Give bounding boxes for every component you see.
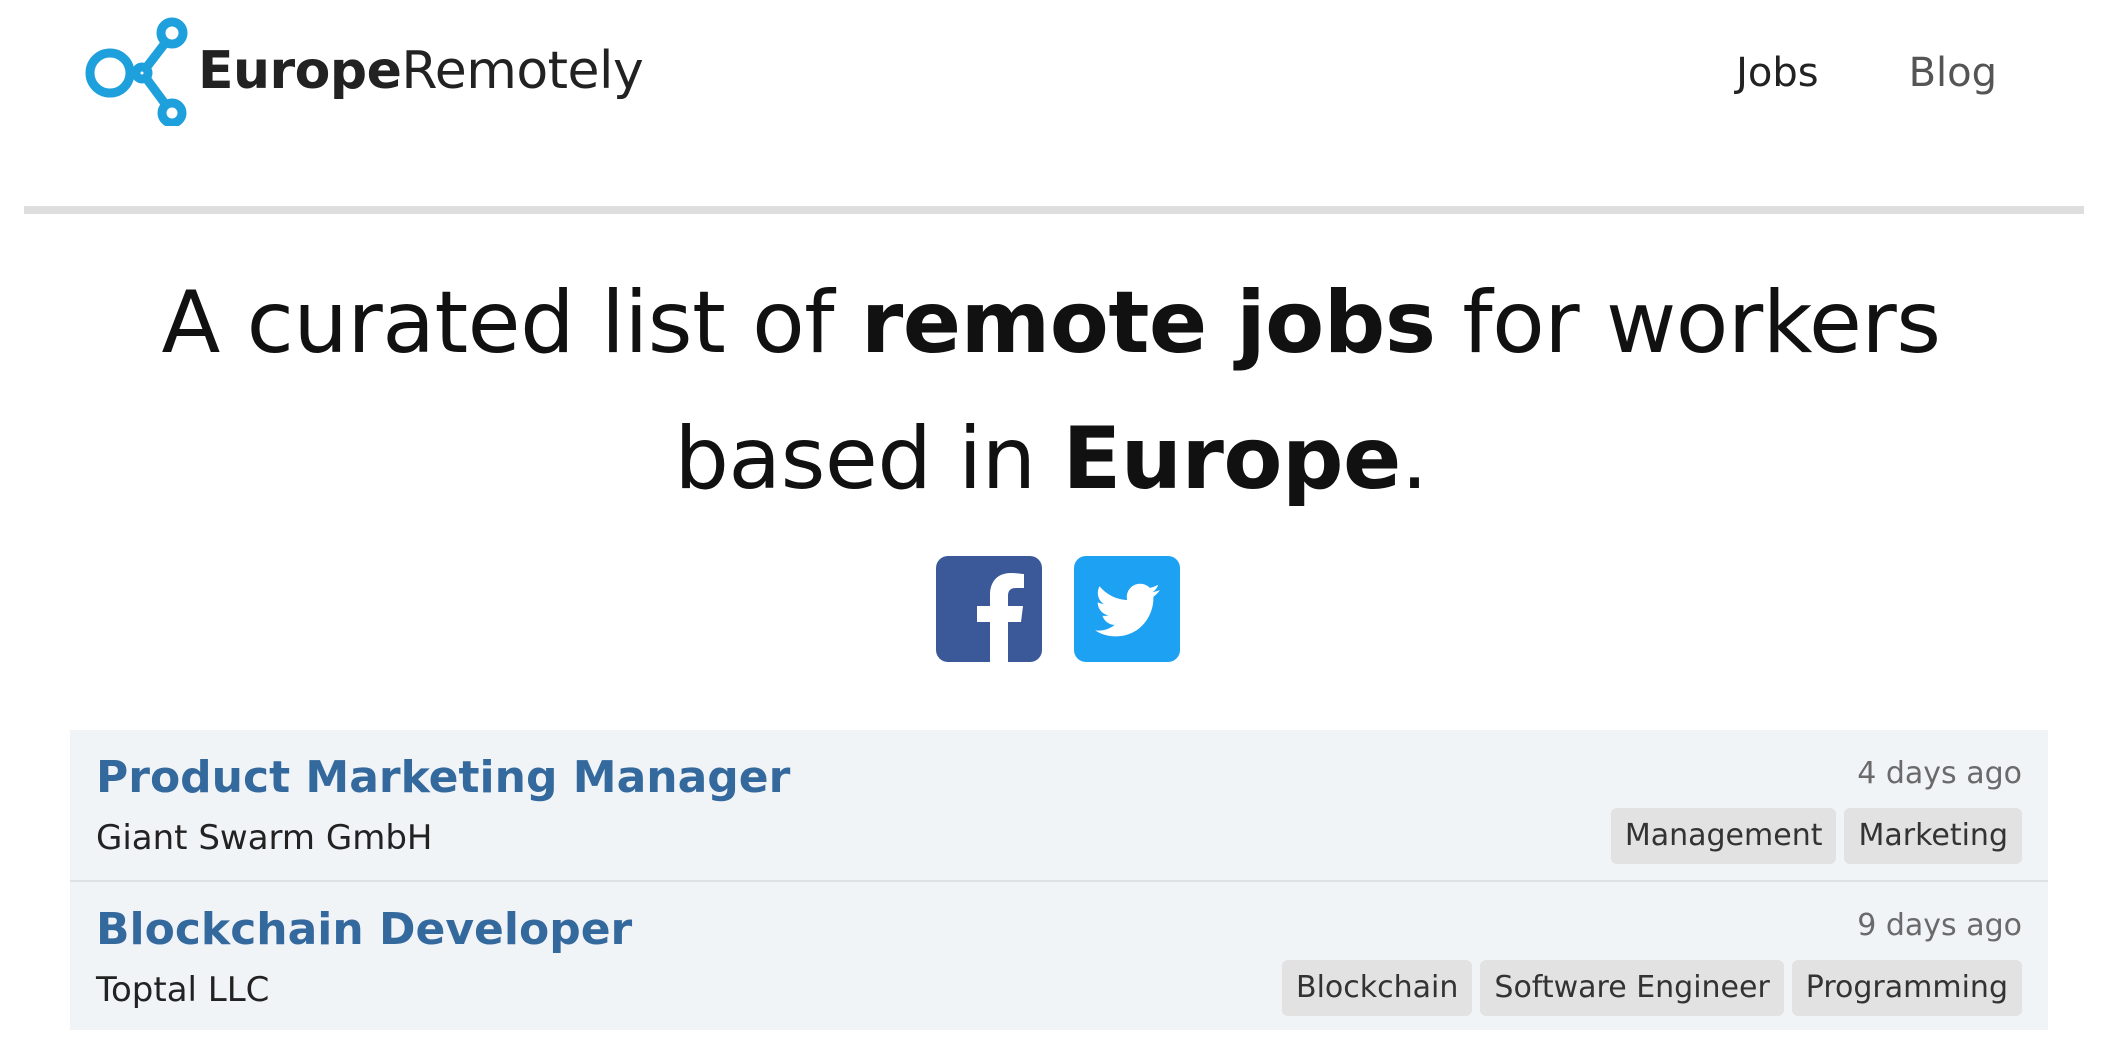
job-tags: Management Marketing	[1610, 808, 2022, 864]
job-company: Toptal LLC	[96, 970, 270, 1010]
hero-text: based in	[674, 409, 1063, 509]
site-logo[interactable]: EuropeRemotely	[80, 16, 644, 126]
job-company: Giant Swarm GmbH	[96, 818, 433, 858]
site-header: EuropeRemotely Jobs Blog	[0, 0, 2102, 214]
job-posted-age: 9 days ago	[1857, 908, 2022, 943]
job-tag[interactable]: Software Engineer	[1480, 960, 1784, 1016]
logo-wordmark: EuropeRemotely	[198, 45, 644, 97]
hero-text: .	[1400, 409, 1428, 509]
header-divider	[24, 206, 2084, 214]
logo-molecule-icon	[85, 17, 188, 126]
job-title-link[interactable]: Blockchain Developer	[96, 904, 632, 955]
nav-blog-link[interactable]: Blog	[1909, 50, 1997, 96]
twitter-share-button[interactable]	[1074, 556, 1180, 662]
job-title-link[interactable]: Product Marketing Manager	[96, 752, 790, 803]
job-tags: Blockchain Software Engineer Programming	[1282, 960, 2022, 1016]
hero-emphasis-remote-jobs: remote jobs	[860, 273, 1436, 373]
social-share	[936, 556, 1180, 662]
twitter-icon	[1095, 583, 1160, 637]
main-nav: Jobs Blog	[1736, 50, 1997, 96]
job-tag[interactable]: Programming	[1791, 960, 2022, 1016]
hero-emphasis-europe: Europe	[1062, 409, 1401, 509]
job-list: Product Marketing Manager Giant Swarm Gm…	[70, 730, 2048, 1030]
job-tag[interactable]: Management	[1610, 808, 1837, 864]
facebook-share-button[interactable]	[936, 556, 1042, 662]
logo-wordmark-bold: Europe	[198, 41, 402, 101]
nav-jobs-link[interactable]: Jobs	[1736, 50, 1819, 96]
hero-line-1: A curated list of remote jobs for worker…	[161, 273, 1941, 373]
hero-headline: A curated list of remote jobs for worker…	[0, 255, 2102, 527]
hero-text: for workers	[1435, 273, 1941, 373]
logo-wordmark-regular: Remotely	[401, 41, 644, 101]
job-posted-age: 4 days ago	[1857, 756, 2022, 791]
page: EuropeRemotely Jobs Blog A curated list …	[0, 0, 2102, 1054]
job-tag[interactable]: Marketing	[1844, 808, 2022, 864]
job-listing[interactable]: Blockchain Developer Toptal LLC 9 days a…	[70, 882, 2048, 1030]
facebook-icon	[977, 573, 1024, 662]
hero-text: A curated list of	[161, 273, 861, 373]
job-tag[interactable]: Blockchain	[1282, 960, 1473, 1016]
job-listing[interactable]: Product Marketing Manager Giant Swarm Gm…	[70, 730, 2048, 882]
hero-line-2: based in Europe.	[674, 409, 1428, 509]
